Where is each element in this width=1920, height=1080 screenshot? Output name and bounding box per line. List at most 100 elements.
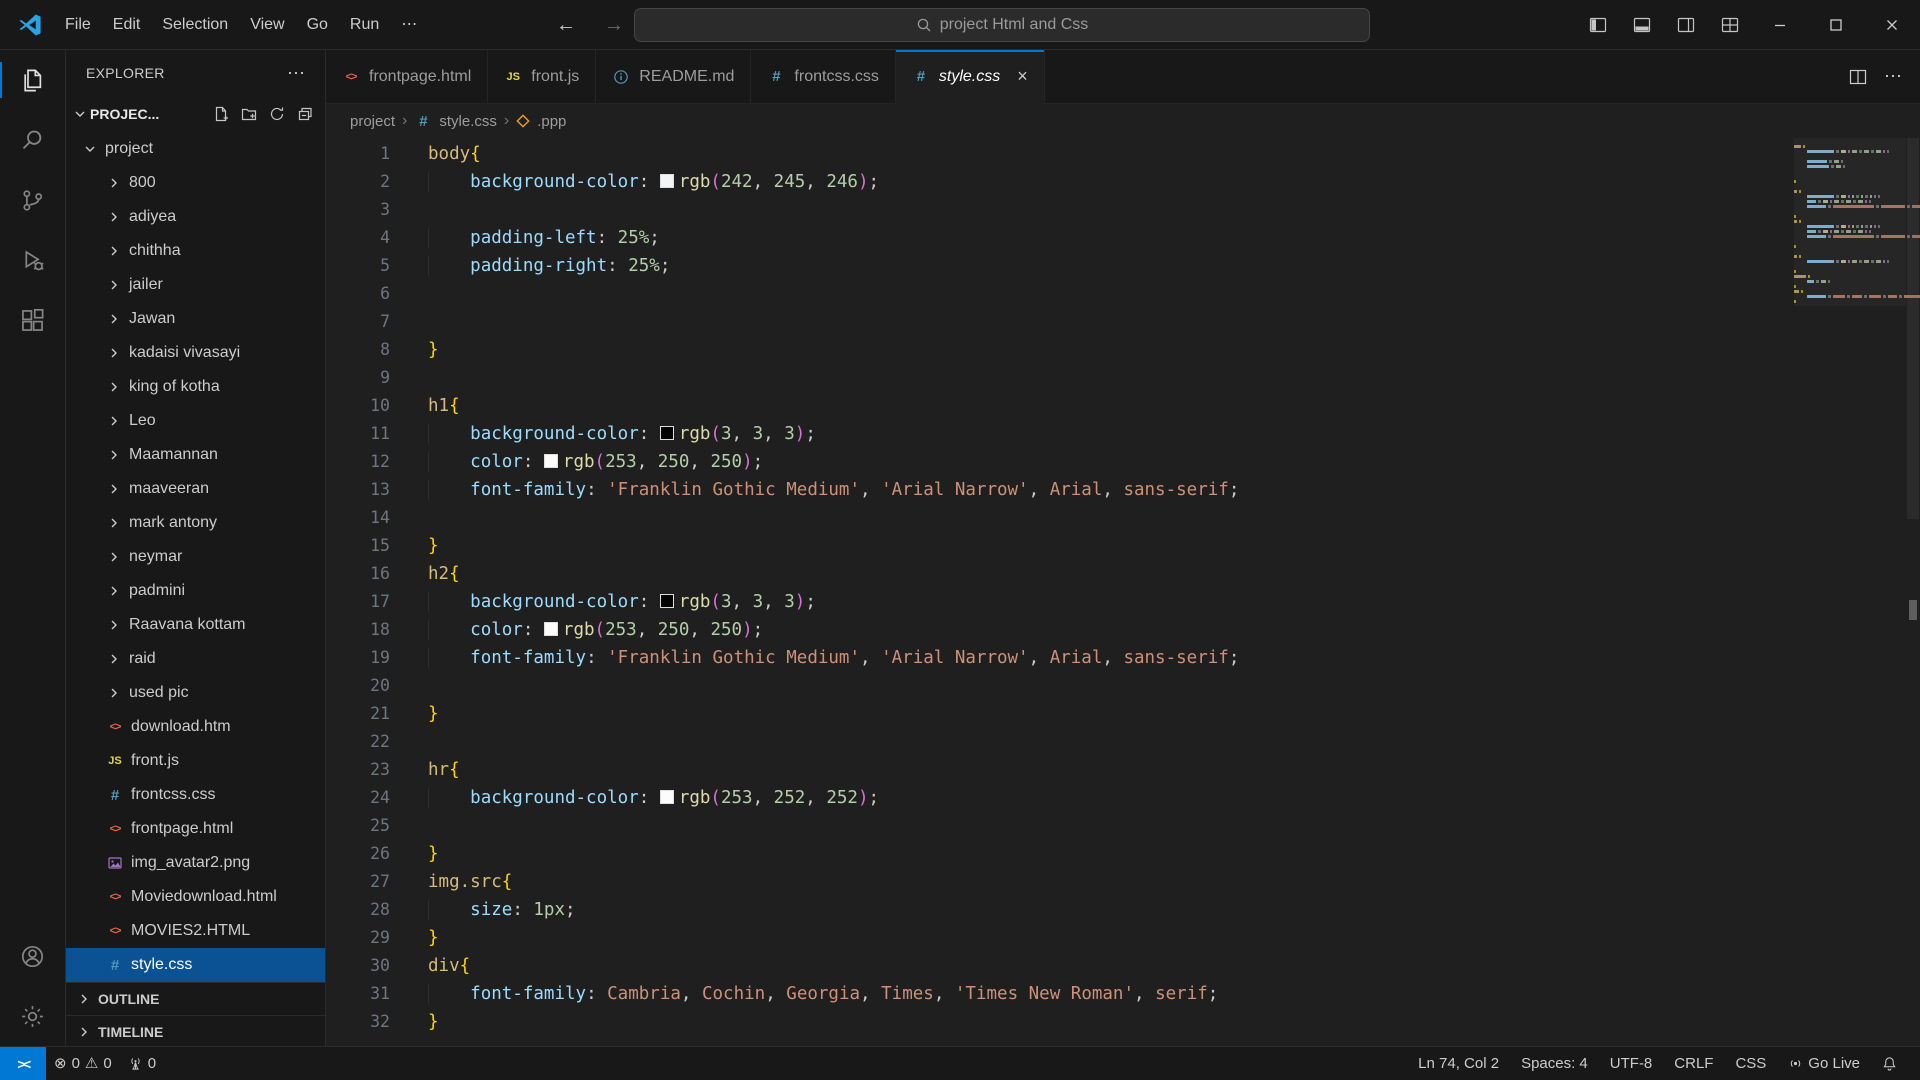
code-line[interactable]: 22 — [326, 728, 1794, 756]
code-line[interactable]: 2 background-color: rgb(242, 245, 246); — [326, 168, 1794, 196]
code-line[interactable]: 15} — [326, 532, 1794, 560]
breadcrumb-symbol[interactable]: .ppp — [537, 113, 566, 130]
code-line[interactable]: 31 font-family: Cambria, Cochin, Georgia… — [326, 980, 1794, 1008]
tree-file-item[interactable]: JSfront.js — [66, 744, 325, 778]
tree-folder-item[interactable]: Maamannan — [66, 438, 325, 472]
code-line[interactable]: 19 font-family: 'Franklin Gothic Medium'… — [326, 644, 1794, 672]
tree-folder-item[interactable]: king of kotha — [66, 370, 325, 404]
code-line[interactable]: 9 — [326, 364, 1794, 392]
minimize-button[interactable] — [1752, 0, 1808, 49]
tree-folder-item[interactable]: mark antony — [66, 506, 325, 540]
code-area[interactable]: 1body{2 background-color: rgb(242, 245, … — [326, 138, 1794, 1046]
menu-file[interactable]: File — [54, 9, 102, 41]
code-line[interactable]: 29} — [326, 924, 1794, 952]
code-line[interactable]: 16h2{ — [326, 560, 1794, 588]
timeline-section[interactable]: TIMELINE — [66, 1015, 325, 1046]
tree-folder-item[interactable]: neymar — [66, 540, 325, 574]
go-live-button[interactable]: Go Live — [1777, 1055, 1871, 1072]
menu-more[interactable]: ⋯ — [390, 9, 428, 41]
tree-file-item[interactable]: <>frontpage.html — [66, 812, 325, 846]
breadcrumb-file[interactable]: style.css — [439, 113, 497, 130]
color-swatch[interactable] — [544, 622, 558, 636]
tree-folder-item[interactable]: adiyea — [66, 200, 325, 234]
code-line[interactable]: 26} — [326, 840, 1794, 868]
language-mode[interactable]: CSS — [1724, 1055, 1777, 1072]
toggle-panel-button[interactable] — [1620, 0, 1664, 49]
code-line[interactable]: 23hr{ — [326, 756, 1794, 784]
code-line[interactable]: 30div{ — [326, 952, 1794, 980]
tree-file-item[interactable]: <>download.htm — [66, 710, 325, 744]
tree-folder-item[interactable]: Raavana kottam — [66, 608, 325, 642]
tree-folder-item[interactable]: Jawan — [66, 302, 325, 336]
code-line[interactable]: 11 background-color: rgb(3, 3, 3); — [326, 420, 1794, 448]
tree-file-item[interactable]: img_avatar2.png — [66, 846, 325, 880]
maximize-button[interactable] — [1808, 0, 1864, 49]
outline-section[interactable]: OUTLINE — [66, 982, 325, 1015]
menu-view[interactable]: View — [239, 9, 295, 41]
color-swatch[interactable] — [660, 790, 674, 804]
code-line[interactable]: 18 color: rgb(253, 250, 250); — [326, 616, 1794, 644]
back-arrow-icon[interactable]: ← — [556, 14, 576, 37]
tree-folder-item[interactable]: jailer — [66, 268, 325, 302]
tab-style.css[interactable]: #style.css× — [896, 50, 1045, 103]
eol-sequence[interactable]: CRLF — [1663, 1055, 1724, 1072]
tree-folder-item[interactable]: raid — [66, 642, 325, 676]
code-line[interactable]: 8} — [326, 336, 1794, 364]
tree-folder-item[interactable]: used pic — [66, 676, 325, 710]
tree-item-project-root[interactable]: project — [66, 132, 325, 166]
tab-frontpage.html[interactable]: <>frontpage.html — [326, 50, 488, 103]
remote-indicator-button[interactable]: >< — [0, 1047, 46, 1080]
editor-scrollbar[interactable] — [1906, 138, 1920, 1046]
tree-file-item[interactable]: <>MOVIES2.HTML — [66, 914, 325, 948]
indentation[interactable]: Spaces: 4 — [1510, 1055, 1599, 1072]
new-folder-icon[interactable] — [241, 106, 257, 122]
code-line[interactable]: 7 — [326, 308, 1794, 336]
new-file-icon[interactable] — [213, 106, 229, 122]
notifications-button[interactable] — [1871, 1056, 1908, 1071]
code-line[interactable]: 28 size: 1px; — [326, 896, 1794, 924]
account-icon[interactable] — [0, 926, 66, 986]
menu-go[interactable]: Go — [296, 9, 339, 41]
code-line[interactable]: 14 — [326, 504, 1794, 532]
code-line[interactable]: 20 — [326, 672, 1794, 700]
toggle-sidebar-button[interactable] — [1576, 0, 1620, 49]
color-swatch[interactable] — [660, 594, 674, 608]
command-center-search[interactable]: project Html and Css — [634, 8, 1370, 42]
settings-gear-icon[interactable] — [0, 986, 66, 1046]
tab-front.js[interactable]: JSfront.js — [488, 50, 596, 103]
scrollbar-handle[interactable] — [1907, 138, 1919, 519]
tree-file-item[interactable]: #style.css — [66, 948, 325, 982]
code-line[interactable]: 24 background-color: rgb(253, 252, 252); — [326, 784, 1794, 812]
tree-file-item[interactable]: #frontcss.css — [66, 778, 325, 812]
tab-README.md[interactable]: README.md — [596, 50, 751, 103]
toggle-secondary-sidebar-button[interactable] — [1664, 0, 1708, 49]
menu-run[interactable]: Run — [339, 9, 390, 41]
code-line[interactable]: 32} — [326, 1008, 1794, 1036]
code-editor[interactable]: 1body{2 background-color: rgb(242, 245, … — [326, 138, 1920, 1046]
code-line[interactable]: 3 — [326, 196, 1794, 224]
explorer-section-header[interactable]: PROJEC... — [66, 96, 325, 132]
breadcrumb-project[interactable]: project — [350, 113, 395, 130]
color-swatch[interactable] — [660, 174, 674, 188]
code-line[interactable]: 1body{ — [326, 140, 1794, 168]
code-line[interactable]: 17 background-color: rgb(3, 3, 3); — [326, 588, 1794, 616]
close-icon[interactable]: × — [1017, 66, 1028, 87]
tree-folder-item[interactable]: 800 — [66, 166, 325, 200]
encoding[interactable]: UTF-8 — [1599, 1055, 1664, 1072]
tab-frontcss.css[interactable]: #frontcss.css — [751, 50, 895, 103]
collapse-all-icon[interactable] — [297, 106, 313, 122]
split-editor-icon[interactable] — [1848, 67, 1868, 87]
color-swatch[interactable] — [544, 454, 558, 468]
code-line[interactable]: 6 — [326, 280, 1794, 308]
code-line[interactable]: 13 font-family: 'Franklin Gothic Medium'… — [326, 476, 1794, 504]
editor-more-actions-icon[interactable]: ⋯ — [1884, 66, 1902, 87]
menu-selection[interactable]: Selection — [151, 9, 239, 41]
close-window-button[interactable] — [1864, 0, 1920, 49]
code-line[interactable]: 4 padding-left: 25%; — [326, 224, 1794, 252]
source-control-icon[interactable] — [0, 170, 66, 230]
ports-button[interactable]: 0 — [120, 1047, 164, 1080]
menu-edit[interactable]: Edit — [102, 9, 152, 41]
tree-file-item[interactable]: <>Moviedownload.html — [66, 880, 325, 914]
tree-folder-item[interactable]: maaveeran — [66, 472, 325, 506]
run-debug-icon[interactable] — [0, 230, 66, 290]
